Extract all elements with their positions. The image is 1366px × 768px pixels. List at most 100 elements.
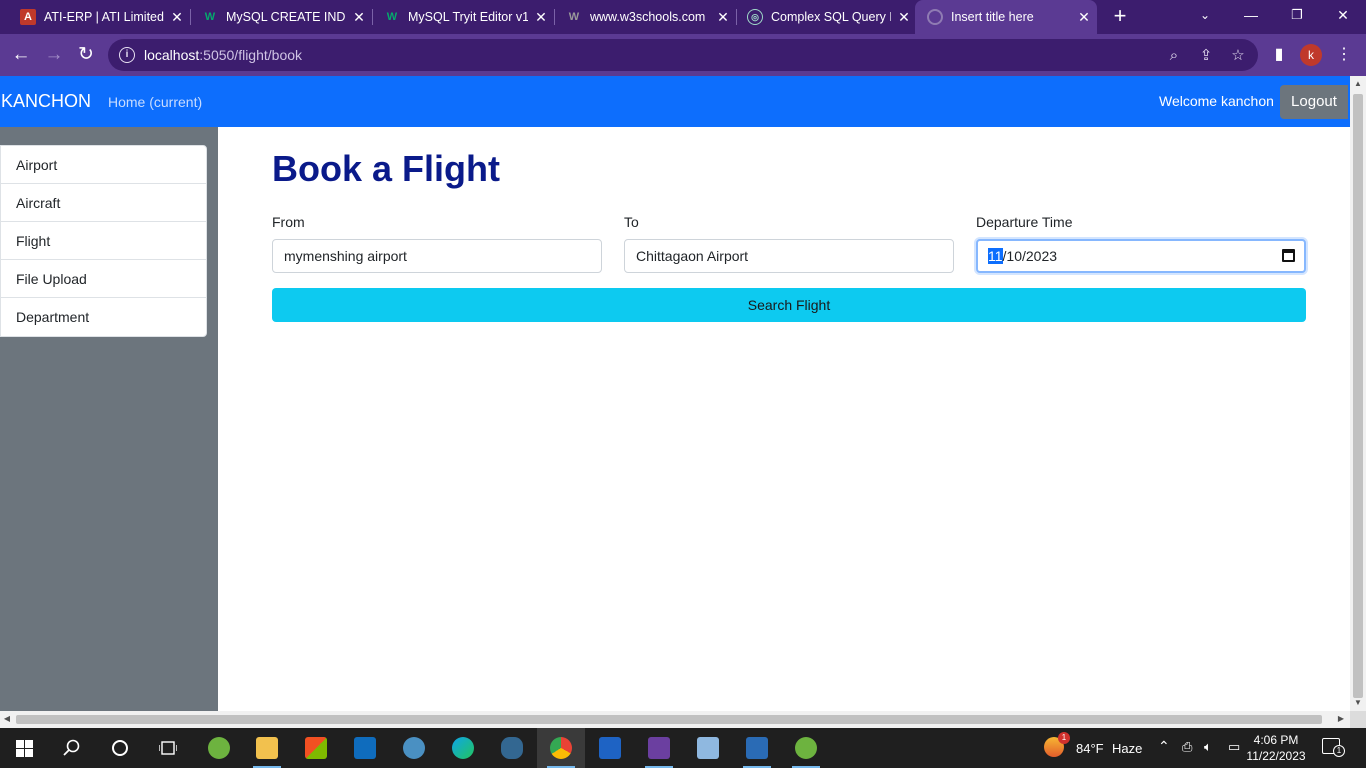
notification-count-badge: 1 — [1333, 745, 1345, 757]
taskbar-outlook[interactable] — [341, 728, 389, 768]
back-button[interactable]: ← — [8, 42, 34, 68]
w3schools-icon: W — [386, 11, 398, 23]
tab-search-chevron-icon[interactable]: ⌄ — [1182, 0, 1228, 32]
taskbar-microsoft-store[interactable] — [292, 728, 340, 768]
reload-button[interactable]: ↻ — [73, 42, 99, 68]
kebab-menu-icon[interactable]: ⋮ — [1333, 44, 1355, 66]
volume-icon[interactable]: 🔈︎ — [1204, 739, 1212, 755]
network-icon[interactable]: ⎙ — [1182, 739, 1192, 755]
taskbar-control-app[interactable] — [390, 728, 438, 768]
taskbar-app-9[interactable] — [733, 728, 781, 768]
tab-title: ATI-ERP | ATI Limited — [44, 10, 164, 24]
logout-button[interactable]: Logout — [1280, 85, 1348, 119]
restore-button[interactable]: ❐ — [1274, 0, 1320, 32]
scroll-down-arrow-icon[interactable]: ▼ — [1350, 698, 1366, 708]
taskbar-spring-tool[interactable] — [195, 728, 243, 768]
sidebar-item-department[interactable]: Department — [1, 298, 206, 336]
scroll-right-arrow-icon[interactable]: ▶ — [1336, 714, 1346, 724]
close-icon[interactable]: ✕ — [891, 9, 917, 26]
tab-mysql-tryit-editor[interactable]: W MySQL Tryit Editor v1 ✕ — [364, 0, 554, 34]
bookmark-star-icon[interactable]: ☆ — [1229, 47, 1247, 65]
taskbar-virtualbox[interactable] — [684, 728, 732, 768]
chrome-icon — [550, 737, 572, 759]
horizontal-scroll-thumb[interactable] — [16, 715, 1322, 724]
sidebar-menu: Airport Aircraft Flight File Upload Depa… — [0, 145, 207, 337]
sidebar-item-aircraft[interactable]: Aircraft — [1, 184, 206, 222]
tray-overflow-chevron-icon[interactable]: ⌃ — [1158, 738, 1170, 755]
search-button[interactable] — [48, 728, 96, 768]
date-month-segment[interactable]: 11 — [988, 248, 1003, 264]
task-view-button[interactable] — [144, 728, 192, 768]
clock-date: 11/22/2023 — [1246, 749, 1306, 763]
taskbar-edge[interactable] — [439, 728, 487, 768]
tab-title: Insert title here — [951, 10, 1034, 24]
minimize-button[interactable]: — — [1228, 0, 1274, 32]
tab-w3schools[interactable]: W www.w3schools.com ✕ — [546, 0, 736, 34]
url-path: :5050/flight/book — [199, 47, 303, 63]
date-rest-segment[interactable]: /10/2023 — [1003, 248, 1058, 264]
display-icon[interactable]: ▭ — [1228, 739, 1240, 755]
tab-title: MySQL Tryit Editor v1 — [408, 10, 528, 24]
site-info-icon[interactable]: i — [119, 47, 135, 63]
weather-haze-icon[interactable]: 1 — [1044, 732, 1070, 757]
app-tile-icon — [648, 737, 670, 759]
to-input[interactable]: Chittagaon Airport — [624, 239, 954, 273]
sidebar-item-airport[interactable]: Airport — [1, 146, 206, 184]
store-bag-icon — [305, 737, 327, 759]
window-close-button[interactable]: ✕ — [1320, 0, 1366, 32]
taskbar-chrome[interactable] — [537, 728, 585, 768]
new-tab-button[interactable]: + — [1108, 5, 1132, 29]
forward-button[interactable]: → — [41, 42, 67, 68]
cortana-circle-icon — [112, 740, 128, 756]
search-flight-button[interactable]: Search Flight — [272, 288, 1306, 322]
spring-leaf-icon — [795, 737, 817, 759]
w3schools-icon: W — [204, 11, 216, 23]
weather-temperature[interactable]: 84°F — [1076, 741, 1104, 756]
url-host: localhost — [144, 47, 200, 63]
scrollbar-corner — [1350, 711, 1366, 728]
close-icon[interactable]: ✕ — [1071, 9, 1097, 26]
scroll-left-arrow-icon[interactable]: ◀ — [2, 714, 12, 724]
side-panel-icon[interactable]: ▮ — [1268, 44, 1290, 66]
horizontal-scrollbar[interactable]: ◀ ▶ — [0, 711, 1350, 728]
windows-logo-icon — [15, 739, 33, 757]
taskbar-file-explorer[interactable] — [243, 728, 291, 768]
tab-insert-title-here[interactable]: Insert title here ✕ — [915, 0, 1097, 34]
start-button[interactable] — [0, 728, 48, 768]
zoom-search-icon[interactable]: ⌕ — [1165, 47, 1183, 65]
weather-badge: 1 — [1058, 732, 1070, 744]
w3schools-icon: W — [568, 11, 580, 23]
tab-complex-sql-query[interactable]: ◎ Complex SQL Query E ✕ — [727, 0, 917, 34]
taskbar-spring-tool-2[interactable] — [782, 728, 830, 768]
system-clock[interactable]: 4:06 PM 11/22/2023 — [1244, 732, 1308, 764]
sidebar-item-file-upload[interactable]: File Upload — [1, 260, 206, 298]
spring-leaf-icon — [208, 737, 230, 759]
weather-description[interactable]: Haze — [1112, 741, 1142, 756]
address-bar[interactable]: i localhost:5050/flight/book ⌕ ⇪ ☆ — [108, 39, 1258, 71]
nav-home-link[interactable]: Home (current) — [108, 94, 202, 110]
vertical-scroll-thumb[interactable] — [1353, 94, 1363, 698]
ati-logo-icon: A — [20, 9, 36, 25]
profile-avatar[interactable]: k — [1300, 44, 1322, 66]
outlook-icon — [354, 737, 376, 759]
to-label: To — [624, 214, 639, 230]
calendar-icon[interactable] — [1282, 249, 1295, 262]
taskbar-news-app[interactable] — [586, 728, 634, 768]
app-navbar: KANCHON Home (current) Welcome kanchon L… — [0, 76, 1350, 127]
sidebar-item-flight[interactable]: Flight — [1, 222, 206, 260]
tab-title: MySQL CREATE INDEX — [226, 10, 346, 24]
scroll-up-arrow-icon[interactable]: ▲ — [1350, 79, 1366, 89]
vertical-scrollbar[interactable]: ▲ ▼ — [1350, 76, 1366, 711]
notification-center-icon[interactable]: 1 — [1322, 738, 1345, 757]
tab-ati-erp[interactable]: A ATI-ERP | ATI Limited ✕ — [0, 0, 190, 34]
brand-logo[interactable]: KANCHON — [1, 91, 91, 112]
cube-icon — [697, 737, 719, 759]
cortana-button[interactable] — [96, 728, 144, 768]
departure-date-input[interactable]: 11/10/2023 — [976, 239, 1306, 273]
share-icon[interactable]: ⇪ — [1197, 47, 1215, 65]
tab-mysql-create-index[interactable]: W MySQL CREATE INDEX ✕ — [182, 0, 372, 34]
news-icon — [599, 737, 621, 759]
from-input[interactable]: mymenshing airport — [272, 239, 602, 273]
taskbar-app-7[interactable] — [635, 728, 683, 768]
taskbar-postgresql[interactable] — [488, 728, 536, 768]
